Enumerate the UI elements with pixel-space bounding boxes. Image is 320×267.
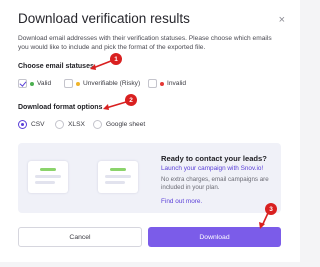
- annotation-badge-2: 2: [125, 94, 137, 106]
- annotation-arrow-1: [92, 60, 112, 69]
- annotation-badge-3: 3: [265, 203, 277, 215]
- annotation-badge-1: 1: [110, 53, 122, 65]
- annotation-arrowhead-1: [90, 64, 96, 70]
- annotation-arrows: [90, 60, 269, 229]
- annotation-arrow-2: [105, 101, 127, 109]
- annotation-arrowhead-2: [103, 104, 109, 110]
